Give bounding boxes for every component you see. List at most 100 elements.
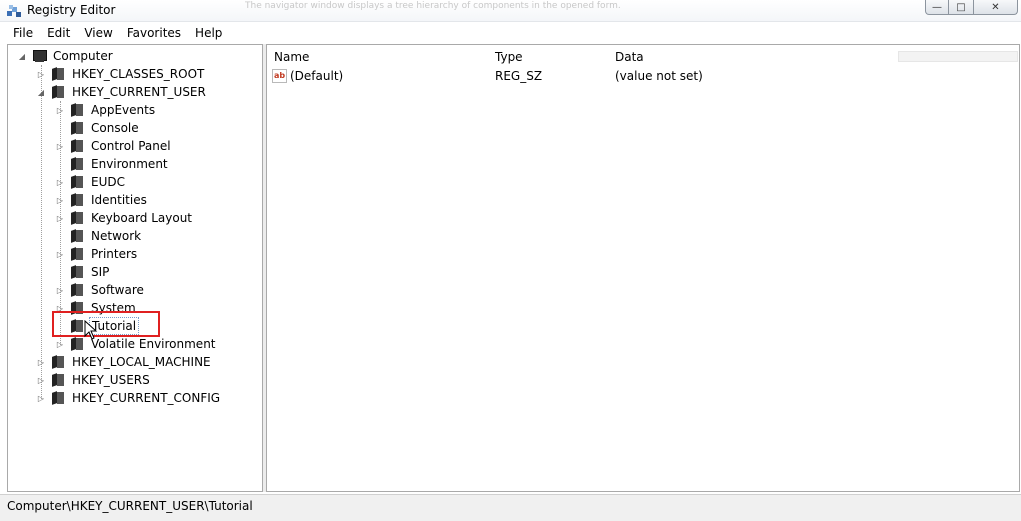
folder-icon (69, 229, 85, 243)
column-header-name[interactable]: Name (274, 50, 309, 64)
tree-label: EUDC (91, 175, 125, 189)
tree-node-network[interactable]: Network (55, 227, 143, 245)
tree-label: HKEY_CURRENT_USER (72, 85, 206, 99)
tree-connector (41, 65, 42, 399)
menu-bar: File Edit View Favorites Help (0, 22, 1021, 44)
tree-label: HKEY_CLASSES_ROOT (72, 67, 205, 81)
expand-arrow-icon[interactable]: ▷ (55, 177, 65, 187)
expand-arrow-icon[interactable]: ▷ (55, 105, 65, 115)
highlight-annotation-box (52, 311, 160, 337)
tree-node-hkey-current-config[interactable]: ▷ HKEY_CURRENT_CONFIG (36, 389, 222, 407)
tree-label: Keyboard Layout (91, 211, 193, 225)
tree-label: Console (91, 121, 139, 135)
folder-icon (69, 175, 85, 189)
registry-editor-icon (7, 5, 21, 17)
table-row[interactable]: ab (Default) REG_SZ (value not set) (267, 67, 1019, 85)
expand-arrow-icon[interactable]: ▷ (55, 339, 65, 349)
tree-node-software[interactable]: ▷ Software (55, 281, 146, 299)
tree-node-identities[interactable]: ▷ Identities (55, 191, 149, 209)
tree-node-sip[interactable]: SIP (55, 263, 111, 281)
values-list-pane[interactable]: Name Type Data ab (Default) REG_SZ (valu… (266, 44, 1020, 492)
expand-arrow-icon[interactable]: ▷ (55, 249, 65, 259)
folder-icon (69, 103, 85, 117)
tree-label: Identities (91, 193, 147, 207)
maximize-button[interactable]: □ (948, 0, 974, 15)
string-value-icon: ab (272, 69, 287, 83)
tree-node-volatile-environment[interactable]: ▷ Volatile Environment (55, 335, 218, 353)
tree-label: Printers (91, 247, 138, 261)
folder-icon (69, 211, 85, 225)
tree-node-computer[interactable]: ◢ Computer (17, 47, 115, 65)
value-name: (Default) (290, 69, 344, 83)
key-tree-pane[interactable]: ◢ Computer ▷ HKEY_CLASSES_ROOT ◢ HKEY_CU… (7, 44, 263, 492)
tree-node-hkey-local-machine[interactable]: ▷ HKEY_LOCAL_MACHINE (36, 353, 213, 371)
tree-label: Network (91, 229, 142, 243)
tree-node-keyboard-layout[interactable]: ▷ Keyboard Layout (55, 209, 194, 227)
folder-icon (69, 193, 85, 207)
folder-icon (69, 247, 85, 261)
tree-node-hkey-current-user[interactable]: ◢ HKEY_CURRENT_USER (36, 83, 208, 101)
tree-node-console[interactable]: Console (55, 119, 141, 137)
expand-arrow-icon[interactable]: ▷ (55, 213, 65, 223)
faded-notification: The navigator window displays a tree hie… (245, 1, 621, 11)
minimize-icon: — (932, 1, 942, 13)
menu-view[interactable]: View (77, 22, 119, 44)
tree-label: HKEY_LOCAL_MACHINE (72, 355, 211, 369)
collapse-arrow-icon[interactable]: ◢ (17, 51, 27, 61)
status-path: Computer\HKEY_CURRENT_USER\Tutorial (7, 499, 253, 513)
minimize-button[interactable]: — (925, 0, 949, 15)
menu-favorites[interactable]: Favorites (120, 22, 188, 44)
expand-arrow-icon[interactable]: ▷ (36, 69, 46, 79)
computer-icon (31, 49, 47, 63)
tree-node-control-panel[interactable]: ▷ Control Panel (55, 137, 173, 155)
tree-label: Computer (53, 49, 113, 63)
folder-icon (69, 139, 85, 153)
tree-label: Volatile Environment (91, 337, 216, 351)
status-bar: Computer\HKEY_CURRENT_USER\Tutorial (0, 494, 1021, 521)
close-button[interactable]: ✕ (973, 0, 1018, 15)
tree-node-environment[interactable]: Environment (55, 155, 170, 173)
expand-arrow-icon[interactable]: ▷ (55, 141, 65, 151)
folder-icon (50, 391, 66, 405)
folder-icon (69, 157, 85, 171)
expand-arrow-icon[interactable]: ▷ (55, 285, 65, 295)
maximize-icon: □ (956, 1, 966, 13)
folder-icon (50, 67, 66, 81)
folder-icon (50, 355, 66, 369)
value-data: (value not set) (615, 69, 703, 83)
title-bar: Registry Editor The navigator window dis… (0, 0, 1021, 22)
column-header-type[interactable]: Type (495, 50, 523, 64)
folder-icon (50, 373, 66, 387)
collapse-arrow-icon[interactable]: ◢ (36, 87, 46, 97)
tree-label: Environment (91, 157, 168, 171)
folder-icon (69, 121, 85, 135)
tree-label: HKEY_CURRENT_CONFIG (72, 391, 221, 405)
value-type: REG_SZ (495, 69, 543, 83)
tree-label: AppEvents (91, 103, 156, 117)
folder-icon (69, 283, 85, 297)
expand-arrow-icon[interactable]: ▷ (36, 393, 46, 403)
column-header-filler (898, 51, 1018, 62)
folder-icon (50, 85, 66, 99)
tree-label: Control Panel (91, 139, 171, 153)
expand-arrow-icon[interactable]: ▷ (36, 375, 46, 385)
folder-icon (69, 337, 85, 351)
menu-file[interactable]: File (6, 22, 40, 44)
tree-node-appevents[interactable]: ▷ AppEvents (55, 101, 157, 119)
expand-arrow-icon[interactable]: ▷ (55, 195, 65, 205)
close-icon: ✕ (991, 1, 1000, 13)
tree-node-eudc[interactable]: ▷ EUDC (55, 173, 127, 191)
tree-label: Software (91, 283, 144, 297)
folder-icon (69, 265, 85, 279)
column-header-data[interactable]: Data (615, 50, 644, 64)
tree-node-hkey-users[interactable]: ▷ HKEY_USERS (36, 371, 152, 389)
tree-node-printers[interactable]: ▷ Printers (55, 245, 139, 263)
menu-help[interactable]: Help (188, 22, 229, 44)
tree-node-hkey-classes-root[interactable]: ▷ HKEY_CLASSES_ROOT (36, 65, 206, 83)
window-title: Registry Editor (27, 3, 116, 17)
tree-label: SIP (91, 265, 110, 279)
tree-label: HKEY_USERS (72, 373, 150, 387)
mouse-cursor-icon (84, 320, 98, 340)
menu-edit[interactable]: Edit (40, 22, 77, 44)
expand-arrow-icon[interactable]: ▷ (36, 357, 46, 367)
